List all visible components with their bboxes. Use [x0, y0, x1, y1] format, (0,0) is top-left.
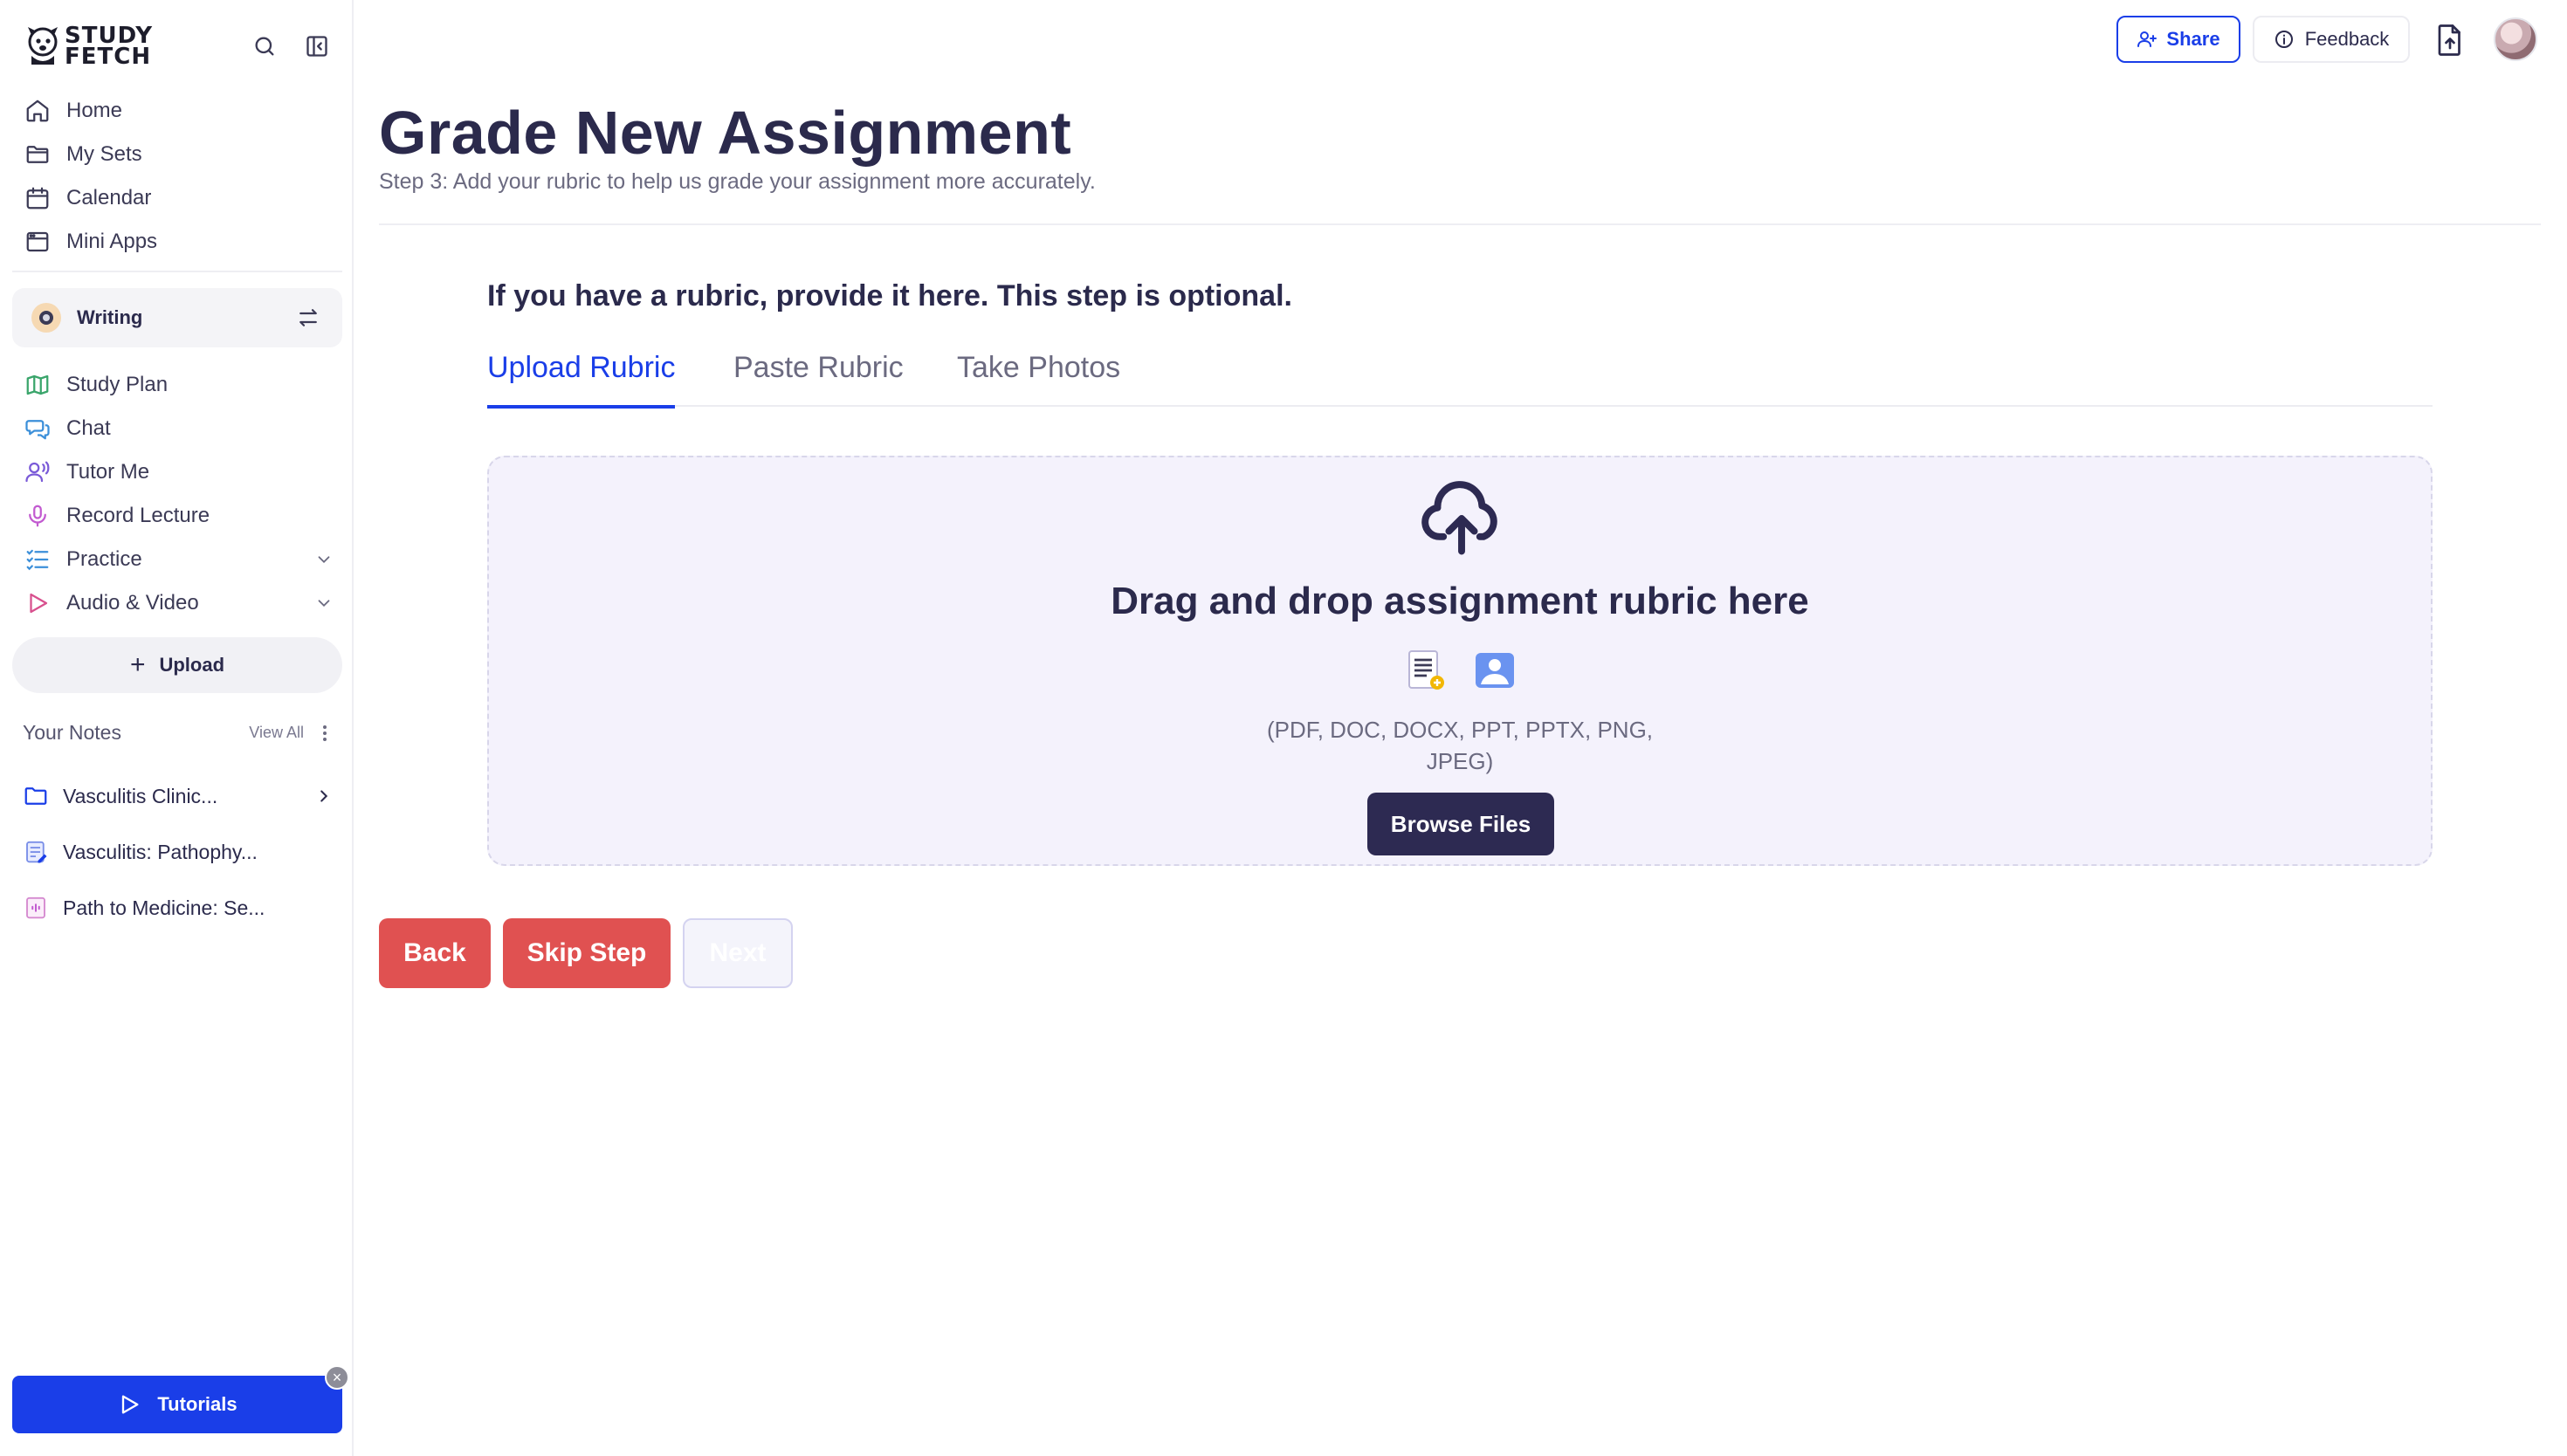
- nav-mini-apps[interactable]: Mini Apps: [12, 220, 342, 264]
- nav-calendar-label: Calendar: [66, 186, 152, 209]
- nav-practice[interactable]: Practice: [12, 538, 342, 581]
- add-user-icon: [2137, 31, 2158, 47]
- file-type-icons: [1402, 648, 1542, 693]
- folder-icon: [24, 787, 47, 805]
- play-icon: [122, 1395, 139, 1414]
- nav-mini-apps-label: Mini Apps: [66, 230, 158, 253]
- nav-my-sets[interactable]: My Sets: [12, 133, 342, 176]
- skip-step-button[interactable]: Skip Step: [503, 918, 671, 988]
- document-icon: [1408, 650, 1444, 690]
- tutorials-label: Tutorials: [157, 1393, 237, 1415]
- nav-record-lecture[interactable]: Record Lecture: [12, 494, 342, 538]
- nav-home-label: Home: [66, 99, 123, 122]
- note-item[interactable]: Vasculitis: Pathophy...: [23, 828, 334, 876]
- file-upload-icon[interactable]: [2434, 23, 2466, 58]
- rubric-tabs: Upload Rubric Paste Rubric Take Photos: [487, 346, 2433, 409]
- brand-wordmark: STUDY FETCH: [65, 23, 154, 70]
- note-item[interactable]: Path to Medicine: Se...: [23, 883, 334, 932]
- sidebar: STUDY FETCH Home My Sets Calendar Mini A…: [0, 0, 354, 1456]
- nav-study-plan[interactable]: Study Plan: [12, 363, 342, 407]
- nav-study-plan-label: Study Plan: [66, 373, 169, 396]
- image-icon: [1476, 653, 1514, 688]
- microphone-icon: [29, 505, 46, 527]
- nav-my-sets-label: My Sets: [66, 142, 142, 166]
- tutorials-button[interactable]: Tutorials: [12, 1376, 342, 1433]
- map-icon: [26, 374, 49, 395]
- plus-icon: +: [129, 650, 146, 679]
- chevron-down-icon: [318, 556, 330, 564]
- workspace-icon: [31, 303, 61, 333]
- nav-chat[interactable]: Chat: [12, 407, 342, 450]
- info-icon: [2275, 31, 2293, 48]
- note-label: Path to Medicine: Se...: [63, 896, 265, 919]
- note-label: Vasculitis: Pathophy...: [63, 840, 258, 863]
- sidebar-divider: [12, 271, 342, 272]
- formats-line: JPEG): [1426, 748, 1494, 774]
- nav-calendar[interactable]: Calendar: [12, 176, 342, 220]
- note-item[interactable]: Vasculitis Clinic...: [23, 772, 334, 821]
- workspace-label: Writing: [77, 306, 143, 328]
- search-button[interactable]: [250, 31, 279, 61]
- search-icon: [255, 37, 274, 56]
- chat-icon: [25, 420, 50, 440]
- nav-tutor-me-label: Tutor Me: [66, 460, 150, 484]
- tools-nav: Study Plan Chat Tutor Me Record Lecture …: [12, 363, 342, 625]
- collapse-sidebar-button[interactable]: [302, 31, 332, 61]
- calendar-icon: [26, 187, 49, 209]
- nav-home[interactable]: Home: [12, 89, 342, 133]
- dog-logo-icon: [28, 27, 58, 65]
- play-icon: [30, 593, 48, 614]
- note-icon: [26, 841, 47, 863]
- upload-button[interactable]: + Upload: [12, 637, 342, 693]
- page-title: Grade New Assignment: [379, 99, 1072, 167]
- sidebar-collapse-icon: [306, 36, 327, 57]
- chevron-right-icon[interactable]: [314, 786, 334, 806]
- browse-files-button[interactable]: Browse Files: [1367, 793, 1554, 855]
- formats-line: (PDF, DOC, DOCX, PPT, PPTX, PNG,: [1266, 717, 1654, 743]
- tutor-icon: [25, 461, 50, 483]
- notes-title: Your Notes: [23, 721, 121, 744]
- rubric-dropzone[interactable]: Drag and drop assignment rubric here (PD…: [487, 456, 2433, 866]
- home-icon: [26, 100, 49, 122]
- nav-tutor-me[interactable]: Tutor Me: [12, 450, 342, 494]
- nav-record-lecture-label: Record Lecture: [66, 504, 210, 527]
- notes-header: Your Notes View All: [23, 721, 334, 745]
- checklist-icon: [26, 549, 49, 571]
- view-all-link[interactable]: View All: [249, 724, 304, 742]
- nav-audio-video-label: Audio & Video: [66, 591, 199, 615]
- folder-icon: [26, 146, 49, 163]
- nav-practice-label: Practice: [66, 547, 142, 571]
- next-button[interactable]: Next: [683, 918, 793, 988]
- nav-chat-label: Chat: [66, 416, 111, 440]
- upload-label: Upload: [159, 654, 225, 676]
- share-button[interactable]: Share: [2116, 16, 2240, 63]
- more-vertical-icon[interactable]: [316, 724, 334, 743]
- main-nav: Home My Sets Calendar Mini Apps: [12, 89, 342, 264]
- tab-paste-rubric[interactable]: Paste Rubric: [733, 346, 904, 407]
- chevron-down-icon: [318, 600, 330, 608]
- swap-icon[interactable]: [295, 305, 321, 331]
- header-divider: [379, 223, 2541, 225]
- back-button[interactable]: Back: [379, 918, 491, 988]
- close-icon[interactable]: ×: [325, 1365, 349, 1390]
- cloud-upload-icon: [1421, 481, 1497, 555]
- workspace-switcher[interactable]: Writing: [12, 288, 342, 347]
- tab-upload-rubric[interactable]: Upload Rubric: [487, 346, 676, 409]
- page-subtitle: Step 3: Add your rubric to help us grade…: [379, 169, 1096, 194]
- rubric-prompt: If you have a rubric, provide it here. T…: [487, 279, 1292, 312]
- tab-take-photos[interactable]: Take Photos: [957, 346, 1120, 407]
- note-label: Vasculitis Clinic...: [63, 784, 218, 807]
- audio-note-icon: [26, 896, 45, 919]
- feedback-label: Feedback: [2304, 28, 2390, 50]
- avatar[interactable]: [2494, 17, 2537, 61]
- dropzone-title: Drag and drop assignment rubric here: [1111, 580, 1809, 622]
- app-window-icon: [26, 231, 49, 252]
- brand-logo[interactable]: STUDY FETCH: [24, 23, 153, 70]
- supported-formats: (PDF, DOC, DOCX, PPT, PPTX, PNG, JPEG): [489, 714, 2431, 777]
- nav-audio-video[interactable]: Audio & Video: [12, 581, 342, 625]
- feedback-button[interactable]: Feedback: [2253, 16, 2410, 63]
- share-label: Share: [2166, 28, 2220, 50]
